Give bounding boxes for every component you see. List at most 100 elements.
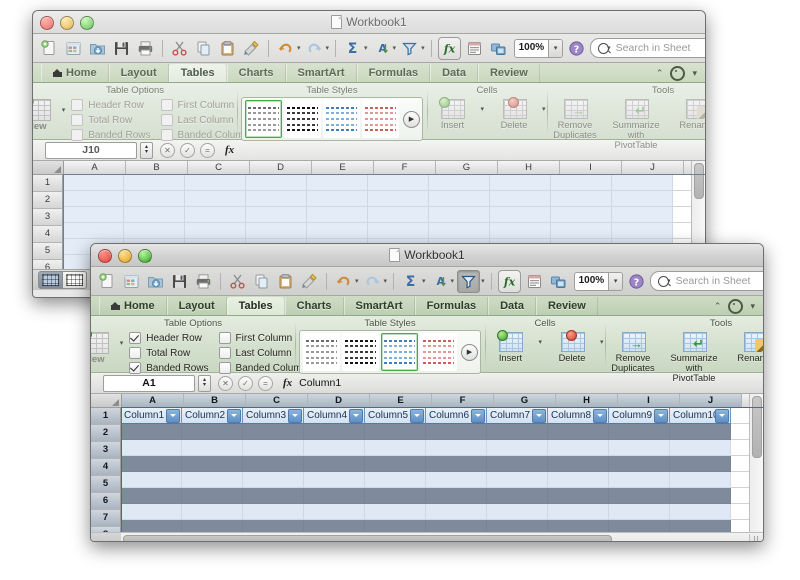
remove-duplicates-button-back[interactable]: → Remove Duplicates xyxy=(551,97,599,140)
summarize-pivottable-button-front[interactable]: ↵ Summarize with PivotTable xyxy=(663,330,725,383)
cell[interactable] xyxy=(243,504,304,520)
remove-duplicates-button-front[interactable]: → Remove Duplicates xyxy=(609,330,657,373)
row-header[interactable]: 3 xyxy=(91,442,121,459)
cell[interactable] xyxy=(182,440,243,456)
filter-dropdown-icon[interactable] xyxy=(654,408,668,423)
table-header-cell[interactable]: Column8 xyxy=(548,408,609,424)
new-document-icon[interactable] xyxy=(97,271,118,292)
cell[interactable] xyxy=(551,223,612,239)
cell[interactable] xyxy=(243,424,304,440)
media-browser-icon[interactable] xyxy=(548,271,569,292)
table-header-cell[interactable]: Column6 xyxy=(426,408,487,424)
cell[interactable] xyxy=(609,472,670,488)
new-table-button-back[interactable]: New xyxy=(33,96,58,132)
table-style-swatch[interactable] xyxy=(342,333,379,371)
save-icon[interactable] xyxy=(111,38,132,59)
column-header-c[interactable]: C xyxy=(188,161,250,174)
table-row[interactable] xyxy=(121,440,763,456)
rename-table-button-back[interactable]: Rename xyxy=(673,97,705,130)
checkbox-header-row-back[interactable]: Header Row xyxy=(71,99,150,111)
toolbar-back[interactable]: ▾ ▾ Σ ▾ A ▾ ▾ fx 100% ▾ ? ▾ Search in Sh… xyxy=(33,34,705,63)
tab-charts[interactable]: Charts xyxy=(284,297,344,315)
window-front-workbook1[interactable]: Workbook1 ▾ ▾ Σ ▾ A ▾ ▾ fx 100% ▾ ? ▾ Se… xyxy=(90,243,764,542)
cell[interactable] xyxy=(246,175,307,191)
fx-icon[interactable]: fx xyxy=(225,144,234,156)
tab-formulas[interactable]: Formulas xyxy=(356,64,431,82)
table-header-cell[interactable]: Column2 xyxy=(182,408,243,424)
accept-formula-icon[interactable]: ✓ xyxy=(180,142,195,158)
titlebar-front[interactable]: Workbook1 xyxy=(91,244,763,267)
table-styles-more-icon[interactable]: ▶ xyxy=(403,110,420,128)
paste-icon[interactable] xyxy=(217,38,238,59)
cell[interactable] xyxy=(63,191,124,207)
gear-icon[interactable] xyxy=(728,298,744,314)
cell[interactable] xyxy=(243,472,304,488)
cell[interactable] xyxy=(609,504,670,520)
open-template-icon[interactable] xyxy=(121,271,142,292)
cell[interactable] xyxy=(243,440,304,456)
new-document-icon[interactable] xyxy=(39,38,60,59)
undo-dropdown-icon[interactable]: ▾ xyxy=(297,44,301,52)
format-painter-icon[interactable] xyxy=(241,38,262,59)
tab-smartart[interactable]: SmartArt xyxy=(343,297,415,315)
cell[interactable] xyxy=(121,456,182,472)
cell[interactable] xyxy=(368,223,429,239)
filter-dropdown-icon[interactable] xyxy=(532,408,546,423)
column-header-h[interactable]: H xyxy=(556,394,618,407)
gear-icon[interactable] xyxy=(670,65,686,81)
paste-icon[interactable] xyxy=(275,271,296,292)
cell[interactable] xyxy=(612,207,673,223)
cell[interactable] xyxy=(307,191,368,207)
delete-dropdown-icon[interactable]: ▾ xyxy=(600,338,604,346)
undo-icon[interactable] xyxy=(333,271,354,292)
cell[interactable] xyxy=(368,175,429,191)
name-box-front[interactable]: A1 xyxy=(103,374,195,392)
cell[interactable] xyxy=(124,223,185,239)
cell[interactable] xyxy=(121,520,182,532)
table-header-cell[interactable]: Column5 xyxy=(365,408,426,424)
cell[interactable] xyxy=(121,504,182,520)
cell[interactable] xyxy=(429,175,490,191)
column-header-d[interactable]: D xyxy=(250,161,312,174)
select-all-corner-back[interactable] xyxy=(33,161,64,174)
cancel-formula-icon[interactable]: ✕ xyxy=(160,142,175,158)
column-header-j[interactable]: J xyxy=(622,161,684,174)
undo-dropdown-icon[interactable]: ▾ xyxy=(355,277,359,285)
autosum-dropdown-icon[interactable]: ▾ xyxy=(422,277,426,285)
table-header-cell[interactable]: Column9 xyxy=(609,408,670,424)
cell[interactable] xyxy=(548,504,609,520)
cell[interactable] xyxy=(670,504,731,520)
filter-dropdown-icon[interactable] xyxy=(227,408,241,423)
cell[interactable] xyxy=(670,520,731,532)
collapse-ribbon-icon[interactable]: ⌃ xyxy=(714,301,722,312)
table-row[interactable] xyxy=(121,488,763,504)
column-header-c[interactable]: C xyxy=(246,394,308,407)
new-table-button-front[interactable]: New xyxy=(91,329,116,365)
autosum-icon[interactable]: Σ xyxy=(342,38,363,59)
cell[interactable] xyxy=(426,488,487,504)
column-header-b[interactable]: B xyxy=(126,161,188,174)
redo-icon[interactable] xyxy=(362,271,383,292)
new-table-dropdown-icon[interactable]: ▾ xyxy=(62,106,66,114)
filter-dropdown-icon[interactable]: ▾ xyxy=(421,44,425,52)
zoom-control-front[interactable]: 100% ▾ xyxy=(573,271,624,291)
column-header-a[interactable]: A xyxy=(64,161,126,174)
table-header-cell[interactable]: Column10 xyxy=(670,408,731,424)
cell[interactable] xyxy=(304,456,365,472)
cell[interactable] xyxy=(670,456,731,472)
ribbon-controls-front[interactable]: ⌃ ▾ xyxy=(714,297,763,315)
cell[interactable] xyxy=(429,223,490,239)
column-header-g[interactable]: G xyxy=(436,161,498,174)
table-styles-gallery-back[interactable]: ▶ xyxy=(241,97,423,141)
normal-view-button-back[interactable] xyxy=(38,271,63,289)
cell[interactable] xyxy=(548,424,609,440)
table-row[interactable] xyxy=(121,520,763,532)
table-row[interactable] xyxy=(121,472,763,488)
delete-cells-button-front[interactable]: Delete xyxy=(548,330,596,363)
cell[interactable] xyxy=(429,207,490,223)
print-icon[interactable] xyxy=(193,271,214,292)
tab-data[interactable]: Data xyxy=(488,297,536,315)
summarize-pivottable-button-back[interactable]: ↵ Summarize with PivotTable xyxy=(605,97,667,150)
cell[interactable] xyxy=(368,191,429,207)
table-header-cell[interactable]: Column3 xyxy=(243,408,304,424)
